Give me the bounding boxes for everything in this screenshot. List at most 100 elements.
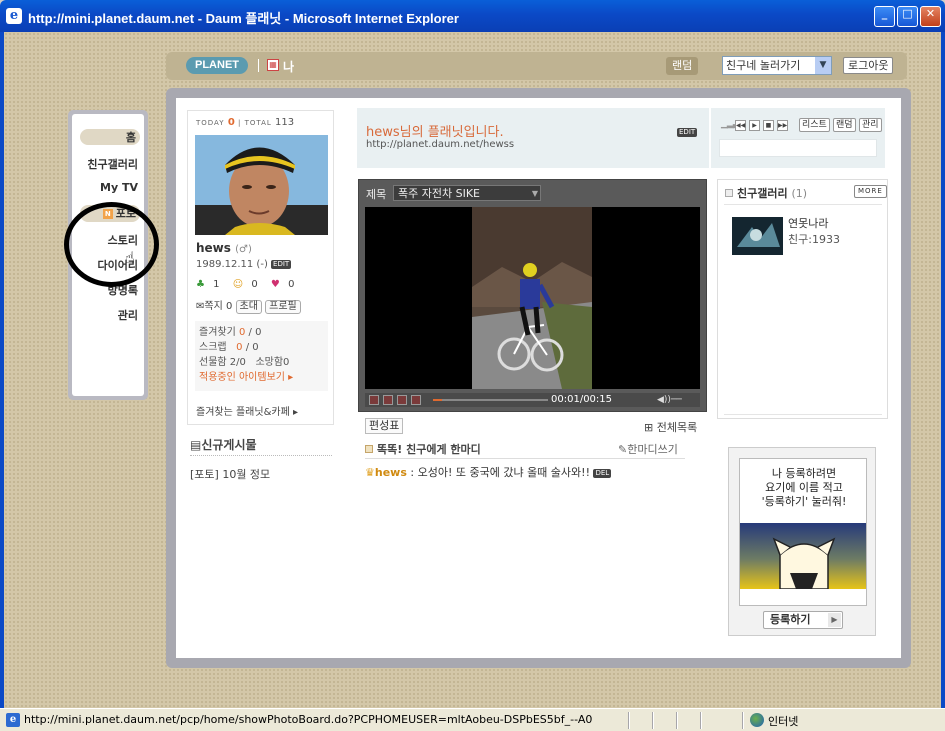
fav-planets-link[interactable]: 즐겨찾는 플래닛&카페 ▸	[196, 403, 298, 418]
friend-thumbnail[interactable]	[732, 217, 783, 255]
status-bar: e http://mini.planet.daum.net/pcp/home/s…	[0, 708, 945, 731]
favorites-row[interactable]: 즐겨찾기 0 / 0	[199, 325, 324, 340]
promo-message: 나 등록하려면 요기에 이름 적고 '등록하기' 눌러줘!	[761, 467, 847, 508]
player-manage-button[interactable]: 관리	[859, 118, 882, 132]
write-comment-button[interactable]: ✎한마디쓰기	[618, 441, 678, 457]
divider	[700, 712, 702, 729]
menu-mytv[interactable]: My TV	[100, 181, 138, 194]
applied-items-link[interactable]: 적용중인 아이템보기 ▸	[199, 370, 324, 385]
promo-card: 나 등록하려면 요기에 이름 적고 '등록하기' 눌러줘!	[739, 458, 867, 606]
video-progress-fill	[433, 399, 443, 401]
me-link[interactable]: 나	[283, 58, 294, 75]
divider	[365, 458, 685, 459]
security-zone: 인터넷	[768, 715, 799, 728]
square-bullet-icon	[365, 445, 373, 453]
friend-gallery-title: 친구갤러리 (1)	[725, 185, 807, 201]
friend-name[interactable]: 연못나라	[788, 215, 828, 231]
entry-author[interactable]: hews	[375, 466, 407, 479]
promo-illustration	[740, 523, 866, 590]
divider	[652, 712, 654, 729]
video-time: 00:01/00:15	[551, 394, 613, 405]
planet-topbar: PLANET ▦ 나 랜덤 친구네 놀러가기 ▼ 로그아웃	[166, 52, 907, 80]
profile-stats: ♣ 1 ☺ 0 ♥ 0	[196, 279, 295, 290]
square-bullet-icon	[725, 189, 733, 197]
divider	[628, 712, 630, 729]
divider	[724, 414, 882, 415]
new-post-item[interactable]: [포토] 10월 정모	[190, 466, 270, 482]
delete-button[interactable]: DEL	[593, 469, 612, 478]
birthdate: 1989.12.11 (-) EDIT	[196, 259, 292, 270]
random-play-button[interactable]: 랜덤	[833, 118, 856, 132]
divider	[190, 455, 332, 456]
main-container: TODAY 0 | TOTAL 113 hews (♂) 1989.12.11 …	[166, 88, 911, 668]
video-progress-bar[interactable]	[433, 399, 548, 401]
divider	[742, 712, 744, 729]
planet-greeting: hews님의 플래닛입니다.	[366, 125, 504, 140]
heart-icon: ♥	[270, 279, 280, 290]
clover-icon: ♣	[196, 279, 205, 290]
main-panel: TODAY 0 | TOTAL 113 hews (♂) 1989.12.11 …	[176, 98, 901, 658]
page-content: PLANET ▦ 나 랜덤 친구네 놀러가기 ▼ 로그아웃 홈 친구갤러리 My…	[4, 32, 941, 708]
ie-icon: e	[6, 8, 22, 24]
register-promo: 나 등록하려면 요기에 이름 적고 '등록하기' 눌러줘! 등록하기 ▶	[728, 447, 876, 636]
logout-button[interactable]: 로그아웃	[843, 57, 894, 74]
menu-manage[interactable]: 관리	[118, 307, 138, 323]
status-url: http://mini.planet.daum.net/pcp/home/sho…	[24, 713, 593, 726]
friend-gallery-panel: 친구갤러리 (1) MORE 연못나라 친구:1933	[717, 179, 888, 419]
music-player: ▁▂▃▅ ◀◀ ▶ ■ ▶▶ 리스트 랜덤 관리	[711, 108, 885, 168]
smile-icon: ☺	[232, 279, 244, 290]
title-bar: e http://mini.planet.daum.net - Daum 플래닛…	[0, 0, 945, 32]
invite-button[interactable]: 초대	[235, 300, 262, 314]
scrap-row[interactable]: 스크랩 0 / 0	[199, 340, 324, 355]
divider	[676, 712, 678, 729]
username[interactable]: hews (♂)	[196, 241, 252, 255]
gift-row[interactable]: 선물함 2/0 소망함0	[199, 355, 324, 370]
menu-home[interactable]: 홈	[80, 129, 140, 145]
playlist-button[interactable]: 리스트	[799, 118, 830, 132]
total-count: 113	[275, 117, 295, 128]
new-posts-title: ▤신규게시물	[190, 438, 257, 452]
visit-counter: TODAY 0 | TOTAL 113	[196, 117, 295, 128]
planet-url[interactable]: http://planet.daum.net/hewss	[366, 139, 514, 150]
menu-friend-gallery[interactable]: 친구갤러리	[87, 156, 138, 172]
header-edit-badge[interactable]: EDIT	[677, 128, 698, 137]
video-stop-icon[interactable]	[397, 395, 407, 405]
video-pause-icon[interactable]	[383, 395, 393, 405]
video-next-icon[interactable]	[411, 395, 421, 405]
register-button[interactable]: 등록하기 ▶	[763, 611, 843, 629]
minimize-button[interactable]: _	[874, 6, 895, 27]
chevron-right-icon: ▶	[828, 613, 841, 627]
crown-icon: ♛	[365, 466, 375, 479]
volume-icon[interactable]: ◀))──	[657, 395, 682, 405]
message-row: ✉쪽지 0 초대 프로필	[196, 297, 301, 314]
friend-visit-select[interactable]: 친구네 놀러가기 ▼	[722, 56, 832, 75]
profile-photo[interactable]	[195, 135, 328, 235]
video-screen[interactable]	[365, 207, 700, 389]
profile-button[interactable]: 프로필	[265, 300, 301, 314]
video-play-icon[interactable]	[369, 395, 379, 405]
edit-badge[interactable]: EDIT	[271, 260, 292, 269]
today-count: 0	[227, 117, 235, 128]
chevron-down-icon[interactable]: ▼	[815, 57, 831, 74]
all-list-link[interactable]: ⊞ 전체목록	[644, 419, 697, 435]
now-playing-bar	[719, 139, 877, 157]
prev-icon[interactable]: ◀◀	[735, 120, 746, 131]
more-button[interactable]: MORE	[854, 185, 887, 198]
chevron-down-icon: ▼	[531, 189, 538, 198]
stop-icon[interactable]: ■	[763, 120, 774, 131]
maximize-button[interactable]: □	[897, 6, 918, 27]
video-player: 제목 폭주 자전차 SIKE ▼ 00:01/00:15 ◀))──	[358, 179, 707, 412]
next-icon[interactable]: ▶▶	[777, 120, 788, 131]
page-icon: e	[6, 713, 20, 727]
profile-panel: TODAY 0 | TOTAL 113 hews (♂) 1989.12.11 …	[187, 110, 334, 425]
highlight-circle	[64, 202, 159, 287]
divider	[724, 204, 882, 205]
schedule-button[interactable]: 편성표	[365, 418, 404, 434]
play-icon[interactable]: ▶	[749, 120, 760, 131]
divider	[258, 59, 259, 72]
video-title-select[interactable]: 폭주 자전차 SIKE ▼	[393, 185, 541, 201]
close-button[interactable]: ✕	[920, 6, 941, 27]
profile-links: 즐겨찾기 0 / 0 스크랩 0 / 0 선물함 2/0 소망함0 적용중인 아…	[195, 321, 328, 391]
random-button[interactable]: 랜덤	[666, 57, 699, 75]
planet-logo[interactable]: PLANET	[186, 57, 248, 74]
